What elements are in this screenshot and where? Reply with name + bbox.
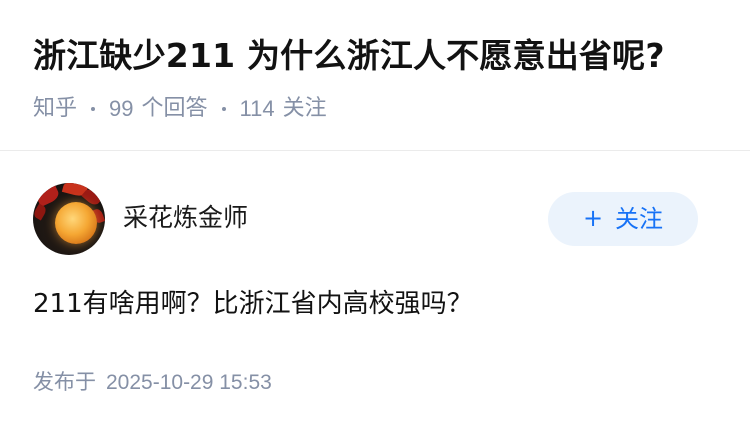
- follow-button-label: 关注: [615, 205, 664, 233]
- answer-count-label: 个回答: [141, 96, 208, 121]
- source-label[interactable]: 知乎: [33, 93, 77, 125]
- answer-publish-time: 发布于 2025-10-29 15:53: [33, 366, 272, 399]
- maple-leaf-decoration: [33, 203, 48, 221]
- question-meta: 知乎 99 个回答 114 关注: [33, 93, 327, 125]
- plus-icon: +: [582, 204, 604, 232]
- author-name[interactable]: 采花炼金师: [123, 200, 248, 236]
- follow-button[interactable]: + 关注: [548, 192, 698, 246]
- separator-dot: [91, 107, 96, 111]
- separator-dot: [221, 107, 226, 111]
- question-title[interactable]: 浙江缺少211 为什么浙江人不愿意出省呢?: [33, 34, 665, 78]
- published-label: 发布于: [33, 370, 96, 394]
- question-header: 浙江缺少211 为什么浙江人不愿意出省呢? 知乎 99 个回答 114 关注: [0, 0, 750, 151]
- answer-content: 211有啥用啊？比浙江省内高校强吗？: [33, 289, 473, 319]
- moon-image: [55, 202, 97, 244]
- published-datetime: 2025-10-29 15:53: [106, 371, 272, 394]
- avatar[interactable]: [33, 183, 105, 255]
- follower-count-label: 关注: [282, 96, 327, 121]
- follower-count: 114: [239, 96, 275, 121]
- answer-count: 99: [109, 96, 134, 121]
- answer-author-row: 采花炼金师 + 关注: [33, 183, 703, 255]
